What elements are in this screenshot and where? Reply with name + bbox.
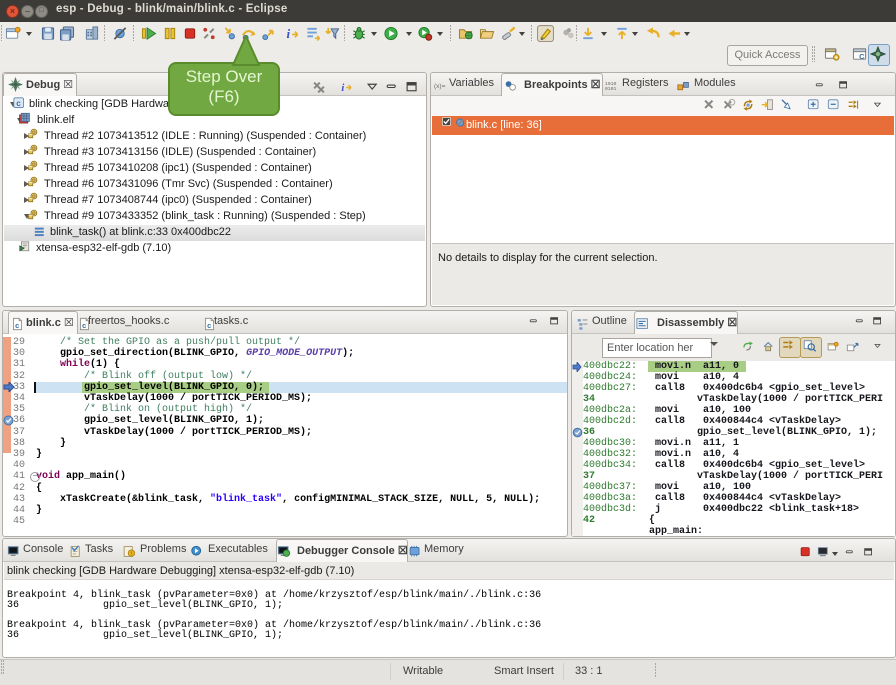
svg-text:c: c: [16, 99, 21, 108]
svg-text:0101: 0101: [605, 86, 617, 92]
svg-text:C: C: [859, 52, 865, 61]
svg-text:c: c: [82, 321, 86, 330]
svg-text:i: i: [341, 83, 344, 94]
svg-text:(x)=: (x)=: [434, 83, 446, 90]
svg-text:i: i: [286, 26, 290, 41]
svg-text:c: c: [207, 321, 211, 330]
svg-text:c: c: [15, 321, 19, 330]
